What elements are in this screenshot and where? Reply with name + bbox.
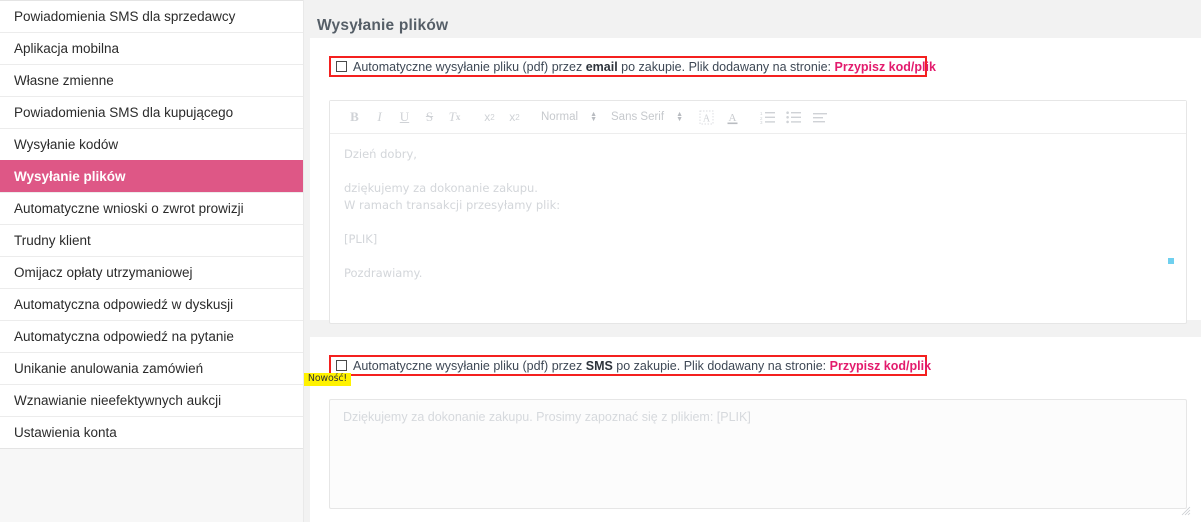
sidebar: Powiadomienia SMS dla sprzedawcy Aplikacj…: [0, 0, 351, 522]
block-format-value: Normal: [541, 111, 579, 123]
sidebar-item-label: Trudny klient: [14, 233, 91, 248]
clear-format-sub-glyph: x: [455, 112, 461, 122]
sidebar-item-label: Własne zmienne: [14, 73, 114, 88]
align-icon[interactable]: [807, 105, 833, 129]
sms-message-textarea[interactable]: Dziękujemy za dokonanie zakupu. Prosimy …: [329, 399, 1187, 509]
sms-enable-label: Automatyczne wysyłanie pliku (pdf) przez…: [353, 359, 931, 373]
font-family-value: Sans Serif: [611, 111, 665, 123]
sidebar-item-label: Wysyłanie plików: [14, 169, 126, 184]
sidebar-item-2[interactable]: Własne zmienne: [0, 64, 303, 96]
editor-toolbar: B I U S Tx x2 x2 Normal ▲ ▼ Sans Serif ▲ ▼: [330, 101, 1186, 134]
sms-channel-word: SMS: [585, 358, 613, 373]
email-editor-body[interactable]: Dzień dobry, dziękujemy za dokonanie zaku…: [330, 134, 1186, 323]
email-enable-label: Automatyczne wysyłanie pliku (pdf) przez…: [353, 60, 936, 74]
sidebar-item-label: Automatyczna odpowiedź w dyskusji: [14, 297, 234, 312]
email-label-part-2: po zakupie. Plik dodawany na stronie:: [617, 59, 835, 74]
new-feature-badge: Nowość!: [303, 373, 351, 386]
editor-line: Pozdrawiamy.: [344, 266, 423, 280]
email-rich-text-editor[interactable]: B I U S Tx x2 x2 Normal ▲ ▼ Sans Serif ▲ ▼: [329, 100, 1187, 324]
ordered-list-icon[interactable]: 1 2 3: [755, 105, 781, 129]
editor-line: Dzień dobry,: [344, 147, 417, 161]
svg-text:A: A: [702, 113, 710, 124]
subscript-button[interactable]: x2: [477, 105, 502, 129]
editor-line: W ramach transakcji przesyłamy plik:: [344, 198, 561, 212]
sidebar-item-10[interactable]: Automatyczna odpowiedź na pytanie: [0, 320, 303, 352]
font-family-select[interactable]: Sans Serif ▲ ▼: [611, 105, 683, 129]
sidebar-item-label: Wznawianie nieefektywnych aukcji: [14, 393, 222, 408]
email-channel-word: email: [585, 59, 618, 74]
svg-text:3: 3: [760, 120, 763, 124]
sms-enable-row[interactable]: Automatyczne wysyłanie pliku (pdf) przez…: [329, 355, 931, 376]
clear-format-glyph: T: [448, 109, 456, 124]
sidebar-item-12[interactable]: Wznawianie nieefektywnych aukcji: [0, 384, 303, 416]
sidebar-item-3[interactable]: Powiadomienia SMS dla kupującego: [0, 96, 303, 128]
chevron-updown-icon: ▲ ▼: [590, 111, 597, 123]
sms-label-part-2: po zakupie. Plik dodawany na stronie:: [612, 358, 830, 373]
chevron-updown-icon-2: ▲ ▼: [676, 111, 683, 123]
subscript-mark-glyph: 2: [490, 112, 495, 122]
superscript-mark-glyph: 2: [515, 112, 520, 122]
strikethrough-button[interactable]: S: [417, 105, 442, 129]
sidebar-menu: Powiadomienia SMS dla sprzedawcy Aplikacj…: [0, 0, 351, 449]
sidebar-item-8[interactable]: Omijacz opłaty utrzymaniowej: [0, 256, 303, 288]
block-format-select[interactable]: Normal ▲ ▼: [541, 105, 597, 129]
sidebar-item-label: Powiadomienia SMS dla kupującego: [14, 105, 234, 120]
sidebar-item-1[interactable]: Aplikacja mobilna: [0, 32, 303, 64]
editor-blank-line: [344, 163, 1172, 180]
sidebar-item-label: Wysyłanie kodów: [14, 137, 119, 152]
resize-indicator-dot[interactable]: [1168, 258, 1174, 264]
email-assign-code-file-link[interactable]: Przypisz kod/plik: [835, 60, 936, 74]
sms-assign-code-file-link[interactable]: Przypisz kod/plik: [830, 359, 931, 373]
editor-blank-line: [344, 248, 1172, 265]
email-enable-checkbox[interactable]: [336, 61, 347, 72]
bold-button[interactable]: B: [342, 105, 367, 129]
sms-settings-panel: Automatyczne wysyłanie pliku (pdf) przez…: [310, 337, 1201, 522]
text-color-icon[interactable]: A: [719, 105, 745, 129]
italic-button[interactable]: I: [367, 105, 392, 129]
sidebar-item-label: Aplikacja mobilna: [14, 41, 120, 56]
superscript-button[interactable]: x2: [502, 105, 527, 129]
svg-text:A: A: [728, 112, 736, 124]
bullet-list-icon[interactable]: [781, 105, 807, 129]
email-settings-panel: Automatyczne wysyłanie pliku (pdf) przez…: [310, 38, 1201, 324]
editor-blank-line: [344, 214, 1172, 231]
sidebar-item-13[interactable]: Ustawienia konta: [0, 416, 303, 448]
sidebar-item-11[interactable]: Unikanie anulowania zamówień Nowość!: [0, 352, 351, 386]
sidebar-item-0[interactable]: Powiadomienia SMS dla sprzedawcy: [0, 0, 303, 32]
sidebar-item-label: Ustawienia konta: [14, 425, 117, 440]
sms-enable-checkbox[interactable]: [336, 360, 347, 371]
clear-formatting-button[interactable]: Tx: [442, 105, 467, 129]
editor-line: [PLIK]: [344, 232, 378, 246]
sidebar-item-label: Unikanie anulowania zamówień: [14, 361, 204, 376]
main-content: Wysyłanie plików Automatyczne wysyłanie …: [304, 0, 1201, 522]
page-title: Wysyłanie plików: [317, 17, 449, 35]
sidebar-item-6[interactable]: Automatyczne wnioski o zwrot prowizji: [0, 192, 303, 224]
background-color-icon[interactable]: A: [693, 105, 719, 129]
sidebar-item-label: Automatyczna odpowiedź na pytanie: [14, 329, 234, 344]
sms-label-part-1: Automatyczne wysyłanie pliku (pdf) przez: [353, 358, 586, 373]
sidebar-item-5[interactable]: Wysyłanie plików: [0, 160, 303, 192]
email-enable-row[interactable]: Automatyczne wysyłanie pliku (pdf) przez…: [329, 56, 936, 77]
sidebar-item-4[interactable]: Wysyłanie kodów: [0, 128, 303, 160]
email-label-part-1: Automatyczne wysyłanie pliku (pdf) przez: [353, 59, 586, 74]
sidebar-item-7[interactable]: Trudny klient: [0, 224, 303, 256]
sidebar-item-label: Omijacz opłaty utrzymaniowej: [14, 265, 193, 280]
app-root: Powiadomienia SMS dla sprzedawcy Aplikacj…: [0, 0, 1201, 522]
sidebar-item-9[interactable]: Automatyczna odpowiedź w dyskusji: [0, 288, 303, 320]
underline-button[interactable]: U: [392, 105, 417, 129]
sidebar-item-label: Automatyczne wnioski o zwrot prowizji: [14, 201, 244, 216]
sidebar-item-label: Powiadomienia SMS dla sprzedawcy: [14, 9, 236, 24]
editor-line: dziękujemy za dokonanie zakupu.: [344, 181, 538, 195]
